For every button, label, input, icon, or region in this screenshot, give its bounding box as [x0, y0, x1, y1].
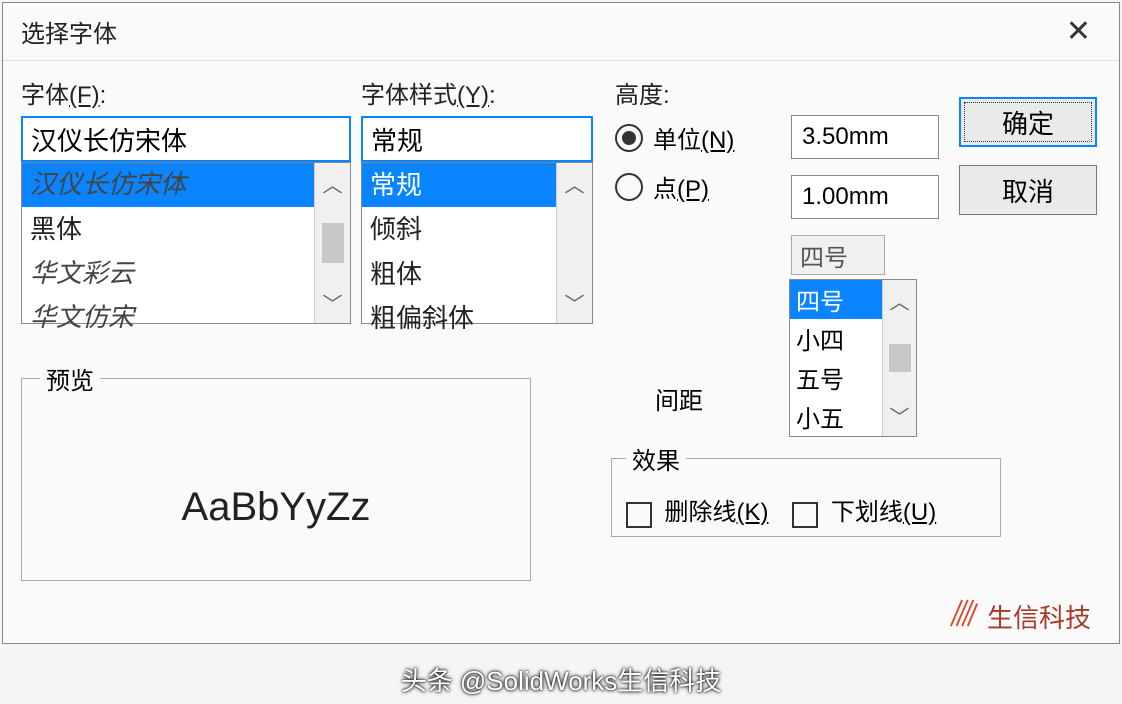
style-label-colon: : — [489, 82, 496, 109]
effects-label: 效果 — [626, 441, 686, 476]
preview-group: 预览 AaBbYyZz — [21, 361, 531, 581]
strike-checkbox[interactable] — [626, 502, 652, 528]
font-dialog: 选择字体 ✕ 字体(F): 汉仪长仿宋体 黑体 华文彩云 华文仿宋 ︿ ﹀ — [2, 2, 1120, 644]
unit-radio-label: 单位(N) — [653, 120, 734, 155]
list-item[interactable]: 常规 — [362, 163, 556, 207]
list-item[interactable]: 小四 — [790, 319, 882, 358]
list-item[interactable]: 粗偏斜体 — [362, 296, 556, 340]
preview-sample: AaBbYyZz — [40, 442, 512, 572]
strike-option: 删除线(K) — [626, 492, 768, 529]
ok-button[interactable]: 确定 — [959, 97, 1097, 147]
titlebar: 选择字体 ✕ — [3, 3, 1119, 61]
style-label: 字体样式(Y): — [361, 75, 593, 110]
font-input[interactable] — [21, 116, 351, 162]
list-item[interactable]: 五号 — [790, 358, 882, 397]
chevron-down-icon[interactable]: ﹀ — [565, 282, 585, 323]
chevron-up-icon[interactable]: ︿ — [565, 163, 585, 204]
effects-group: 效果 删除线(K) 下划线(U) — [611, 441, 1001, 537]
size-value-input[interactable] — [791, 235, 885, 275]
list-item[interactable]: 华文彩云 — [22, 252, 314, 296]
font-label-key: (F) — [69, 82, 100, 109]
style-scrollbar[interactable]: ︿ ﹀ — [556, 163, 592, 323]
style-label-text: 字体样式 — [361, 82, 457, 109]
unit-radio[interactable] — [615, 124, 643, 152]
dialog-body: 字体(F): 汉仪长仿宋体 黑体 华文彩云 华文仿宋 ︿ ﹀ 字体样 — [3, 61, 1119, 643]
chevron-down-icon[interactable]: ﹀ — [890, 395, 910, 436]
list-item[interactable]: 倾斜 — [362, 207, 556, 251]
font-listbox[interactable]: 汉仪长仿宋体 黑体 华文彩云 华文仿宋 ︿ ﹀ — [21, 162, 351, 324]
font-scrollbar[interactable]: ︿ ﹀ — [314, 163, 350, 323]
font-list-items: 汉仪长仿宋体 黑体 华文彩云 华文仿宋 — [22, 163, 314, 323]
font-label-text: 字体 — [21, 82, 69, 109]
point-radio-label: 点(P) — [653, 169, 709, 204]
height-label: 高度: — [615, 75, 955, 110]
list-item[interactable]: 黑体 — [22, 207, 314, 251]
underline-label: 下划线(U) — [831, 499, 936, 526]
footer-credit: 头条 @SolidWorks生信科技 — [0, 661, 1122, 698]
size-listbox[interactable]: 四号 小四 五号 小五 ︿ ﹀ — [789, 279, 917, 437]
scroll-thumb[interactable] — [889, 344, 911, 372]
list-item[interactable]: 汉仪长仿宋体 — [22, 163, 314, 207]
font-section: 字体(F): 汉仪长仿宋体 黑体 华文彩云 华文仿宋 ︿ ﹀ — [21, 75, 351, 324]
chevron-up-icon[interactable]: ︿ — [890, 280, 910, 321]
underline-checkbox[interactable] — [792, 502, 818, 528]
list-item[interactable]: 华文仿宋 — [22, 296, 314, 340]
close-icon[interactable]: ✕ — [1056, 10, 1101, 53]
dialog-title: 选择字体 — [21, 14, 117, 49]
point-radio[interactable] — [615, 173, 643, 201]
style-input[interactable] — [361, 116, 593, 162]
scroll-thumb[interactable] — [322, 223, 344, 263]
style-listbox[interactable]: 常规 倾斜 粗体 粗偏斜体 ︿ ﹀ — [361, 162, 593, 324]
chevron-up-icon[interactable]: ︿ — [323, 163, 343, 204]
spacing-label: 间距 — [655, 381, 703, 416]
strike-label: 删除线(K) — [664, 499, 768, 526]
point-value-input[interactable] — [791, 175, 939, 219]
size-scrollbar[interactable]: ︿ ﹀ — [882, 280, 916, 436]
underline-option: 下划线(U) — [792, 492, 936, 529]
style-label-key: (Y) — [457, 82, 489, 109]
watermark: 生信科技 — [949, 598, 1091, 635]
cancel-button[interactable]: 取消 — [959, 165, 1097, 215]
button-column: 确定 取消 — [959, 97, 1099, 233]
height-section: 高度: 单位(N) 点(P) 四号 小四 五号 — [615, 75, 955, 218]
list-item[interactable]: 小五 — [790, 397, 882, 436]
logo-icon — [949, 598, 979, 635]
list-item[interactable]: 粗体 — [362, 252, 556, 296]
watermark-text: 生信科技 — [987, 598, 1091, 635]
style-section: 字体样式(Y): 常规 倾斜 粗体 粗偏斜体 ︿ ﹀ — [361, 75, 593, 324]
font-label-colon: : — [100, 82, 107, 109]
unit-value-input[interactable] — [791, 115, 939, 159]
list-item[interactable]: 四号 — [790, 280, 882, 319]
chevron-down-icon[interactable]: ﹀ — [323, 282, 343, 323]
size-list-items: 四号 小四 五号 小五 — [790, 280, 882, 436]
font-label: 字体(F): — [21, 75, 351, 110]
style-list-items: 常规 倾斜 粗体 粗偏斜体 — [362, 163, 556, 323]
preview-label: 预览 — [40, 361, 100, 396]
